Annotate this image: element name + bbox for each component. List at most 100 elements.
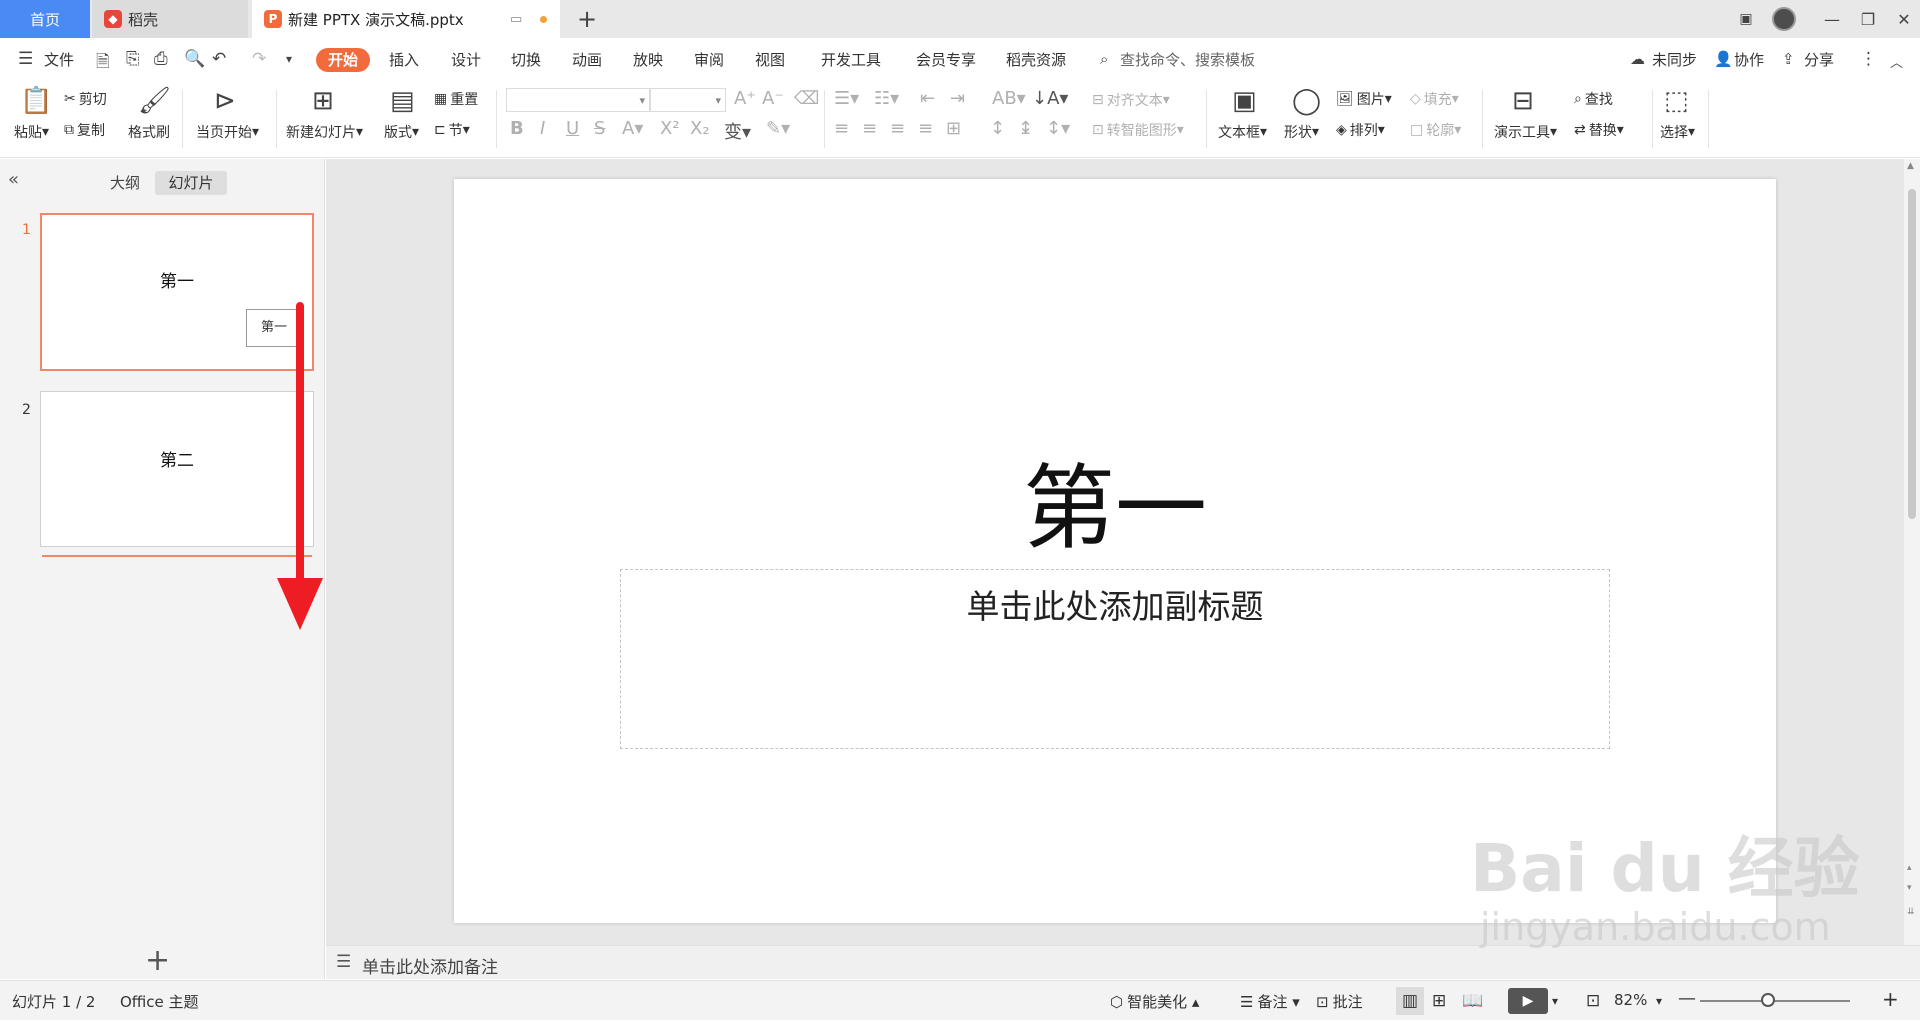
current-slide[interactable]: 第一 单击此处添加副标题 — [454, 179, 1776, 923]
outline-button[interactable]: □ 轮廓 ▾ — [1410, 120, 1461, 140]
add-slide-button[interactable]: + — [145, 943, 170, 978]
customize-chevron-icon[interactable]: ▾ — [286, 52, 292, 66]
font-name-dropdown[interactable]: ▾ — [506, 88, 650, 112]
zoom-out-icon[interactable]: — — [1678, 988, 1696, 1009]
subtitle-placeholder[interactable]: 单击此处添加副标题 — [620, 569, 1610, 749]
superscript-icon[interactable]: X² — [660, 118, 680, 139]
tab-outline[interactable]: 大纲 — [100, 171, 150, 195]
sort-icon[interactable]: ↓A▾ — [1032, 88, 1068, 109]
shape-button[interactable]: 形状 ▾ — [1284, 122, 1319, 142]
textbox-button[interactable]: 文本框 ▾ — [1218, 122, 1267, 142]
undo-icon[interactable]: ↶ — [212, 49, 226, 69]
smart-beautify-button[interactable]: ⬡ 智能美化 ▴ — [1110, 991, 1199, 1012]
preview-icon[interactable]: 🔍 — [184, 49, 205, 69]
numbered-list-icon[interactable]: ☷▾ — [874, 88, 899, 109]
indent-decrease-icon[interactable]: ⇤ — [920, 88, 935, 109]
layout-button[interactable]: 版式 ▾ — [384, 122, 419, 142]
window-layout-icon[interactable]: ▣ — [1728, 0, 1764, 38]
menu-review[interactable]: 审阅 — [694, 48, 724, 72]
theme-name[interactable]: Office 主题 — [120, 991, 199, 1012]
minimize-button[interactable]: — — [1814, 0, 1850, 38]
zoom-in-icon[interactable]: + — [1882, 987, 1899, 1011]
menu-animation[interactable]: 动画 — [572, 48, 602, 72]
zoom-slider-knob[interactable] — [1761, 993, 1775, 1007]
italic-icon[interactable]: I — [540, 118, 545, 139]
fill-button[interactable]: ◇ 填充 ▾ — [1410, 89, 1459, 109]
font-color-icon[interactable]: A▾ — [622, 118, 643, 139]
align-text-button[interactable]: ⊟ 对齐文本 ▾ — [1092, 90, 1170, 110]
play-from-current-button[interactable]: 当页开始 ▾ — [196, 122, 259, 142]
search-command-input[interactable]: 查找命令、搜索模板 — [1120, 48, 1255, 72]
phonetic-icon[interactable]: 变▾ — [724, 118, 751, 144]
select-button[interactable]: 选择 ▾ — [1660, 122, 1695, 142]
underline-icon[interactable]: U — [566, 118, 579, 139]
collapse-ribbon-icon[interactable]: ︿ — [1890, 52, 1903, 71]
menu-developer[interactable]: 开发工具 — [821, 48, 881, 72]
sync-status[interactable]: 未同步 — [1652, 48, 1697, 72]
slide-thumbnail-1[interactable]: 第一 第一 — [40, 213, 314, 371]
bullet-list-icon[interactable]: ☰▾ — [834, 88, 859, 109]
menu-daoke-resources[interactable]: 稻壳资源 — [1006, 48, 1066, 72]
zoom-level-chevron-icon[interactable]: ▾ — [1656, 994, 1662, 1008]
print-icon[interactable]: ⎙ — [154, 49, 168, 69]
subscript-icon[interactable]: X₂ — [690, 118, 710, 139]
monitor-icon[interactable]: ▭ — [510, 12, 522, 27]
notes-toggle-button[interactable]: ☰ 备注 ▾ — [1240, 991, 1300, 1012]
menu-transition[interactable]: 切换 — [511, 48, 541, 72]
distribute-icon[interactable]: ⊞ — [946, 118, 961, 139]
line-spacing-icon[interactable]: ↕ — [990, 118, 1005, 139]
font-size-dropdown[interactable]: ▾ — [650, 88, 726, 112]
export-icon[interactable]: ⎘ — [126, 49, 140, 69]
text-direction-icon[interactable]: AB▾ — [992, 88, 1026, 109]
collapse-panel-icon[interactable]: « — [8, 169, 19, 190]
justify-icon[interactable]: ≡ — [918, 118, 933, 139]
slide-title[interactable]: 第一 — [454, 434, 1776, 567]
smart-art-button[interactable]: ⊡ 转智能图形 ▾ — [1092, 120, 1184, 140]
scroll-down-small-icon[interactable]: ▾ — [1907, 883, 1912, 893]
align-right-icon[interactable]: ≡ — [890, 118, 905, 139]
vertical-scrollbar[interactable]: ▲ ▴ ▾ ⇊ — [1904, 159, 1920, 945]
menu-start[interactable]: 开始 — [316, 48, 371, 72]
play-slideshow-button[interactable]: ▶ — [1508, 988, 1548, 1014]
align-center-icon[interactable]: ≡ — [862, 118, 877, 139]
play-options-chevron-icon[interactable]: ▾ — [1552, 994, 1558, 1008]
picture-button[interactable]: 🖼 图片 ▾ — [1336, 89, 1392, 109]
save-icon[interactable]: 🗎 — [96, 49, 110, 78]
sorter-view-icon[interactable]: ⊞ — [1432, 991, 1446, 1011]
restore-button[interactable]: ❐ — [1850, 0, 1886, 38]
notes-input[interactable]: 单击此处添加备注 — [362, 953, 498, 978]
replace-button[interactable]: ⇄ 替换 ▾ — [1574, 120, 1624, 140]
normal-view-icon[interactable]: ▥ — [1396, 987, 1424, 1015]
decrease-font-icon[interactable]: A⁻ — [762, 88, 784, 109]
tab-slides[interactable]: 幻灯片 — [155, 171, 227, 195]
align-left-icon[interactable]: ≡ — [834, 118, 849, 139]
arrange-button[interactable]: ◈ 排列 ▾ — [1336, 120, 1385, 140]
strikethrough-icon[interactable]: S — [594, 118, 605, 139]
close-button[interactable]: ✕ — [1886, 0, 1920, 38]
menu-view[interactable]: 视图 — [755, 48, 785, 72]
collab-button[interactable]: 协作 — [1734, 48, 1764, 72]
cut-button[interactable]: ✂ 剪切 — [64, 89, 107, 109]
menu-design[interactable]: 设计 — [451, 48, 481, 72]
bold-icon[interactable]: B — [510, 118, 524, 139]
redo-icon[interactable]: ↷ — [252, 49, 266, 69]
indent-increase-icon[interactable]: ⇥ — [950, 88, 965, 109]
paste-button[interactable]: 粘贴 ▾ — [14, 122, 49, 142]
scrollbar-thumb[interactable] — [1908, 189, 1916, 519]
share-button[interactable]: 分享 — [1804, 48, 1834, 72]
copy-button[interactable]: ⧉ 复制 — [64, 120, 105, 140]
format-painter-button[interactable]: 格式刷 — [128, 122, 170, 142]
hamburger-icon[interactable]: ☰ — [18, 49, 33, 69]
more-icon[interactable]: ⋮ — [1860, 49, 1877, 69]
menu-member[interactable]: 会员专享 — [916, 48, 976, 72]
comments-button[interactable]: ⊡ 批注 — [1316, 991, 1363, 1012]
menu-slideshow[interactable]: 放映 — [633, 48, 663, 72]
tab-daoke[interactable]: ◆ 稻壳 — [92, 0, 248, 38]
zoom-slider-track[interactable] — [1700, 1000, 1850, 1002]
tab-document[interactable]: P 新建 PPTX 演示文稿.pptx ▭ — [252, 0, 560, 38]
scroll-up-small-icon[interactable]: ▴ — [1907, 863, 1912, 873]
tab-home[interactable]: 首页 — [0, 0, 90, 38]
scroll-up-icon[interactable]: ▲ — [1907, 161, 1914, 171]
slide-thumbnail-2[interactable]: 第二 — [40, 391, 314, 547]
user-avatar[interactable] — [1766, 0, 1802, 38]
